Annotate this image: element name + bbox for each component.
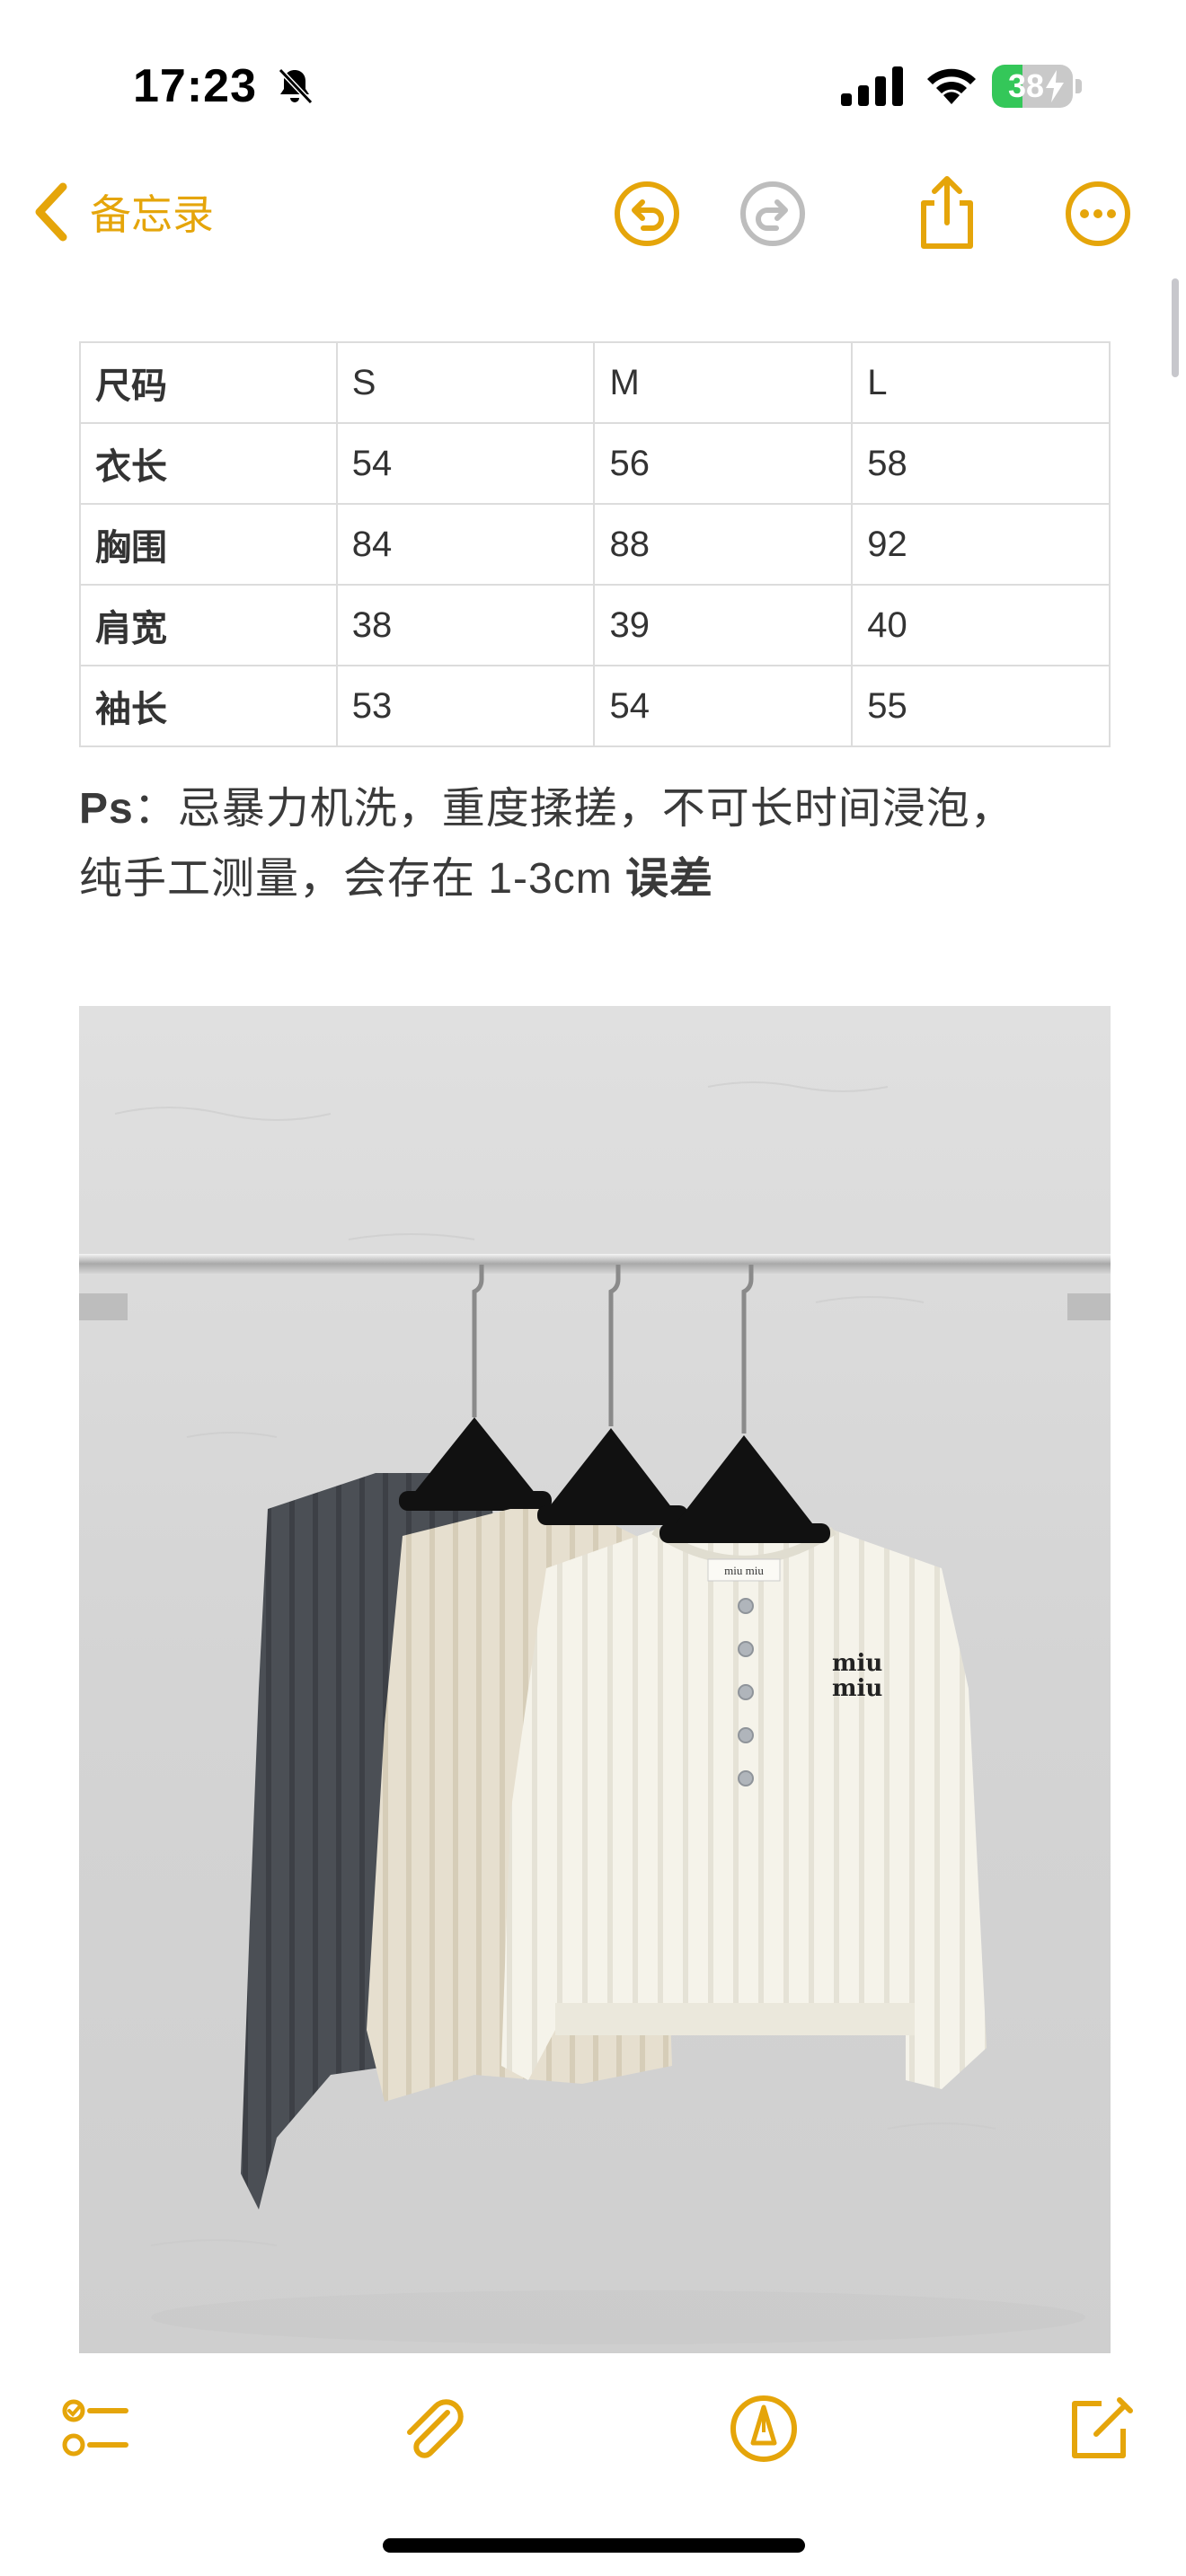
table-cell: M [593,341,854,424]
table-cell: 38 [335,584,596,666]
status-bar: 17:23 38 [0,0,1186,171]
compose-icon[interactable] [1064,2393,1136,2465]
undo-icon[interactable] [613,180,681,248]
table-cell: 58 [851,422,1111,505]
battery-charging-icon: 38 [992,65,1082,108]
attachment-icon[interactable] [397,2393,469,2465]
table-cell: 衣长 [79,422,338,505]
wifi-icon [927,68,976,104]
home-indicator[interactable] [383,2538,805,2553]
charging-bolt-icon [1046,70,1064,102]
table-row: 肩宽 38 39 40 [79,584,1111,666]
back-button[interactable]: 备忘录 [31,176,214,248]
table-cell: 尺码 [79,341,338,424]
bell-off-icon [278,67,314,105]
note-line-2: 纯手工测量，会存在 1-3cm 误差 [79,844,1121,914]
table-row: 胸围 84 88 92 [79,503,1111,586]
product-photo[interactable]: miu miu miu miu [79,1006,1111,2353]
table-row: 尺码 S M L [79,341,1111,424]
table-cell: 56 [593,422,854,505]
table-row: 袖长 53 54 55 [79,665,1111,747]
note-text[interactable]: Ps：忌暴力机洗，重度揉搓，不可长时间浸泡， 纯手工测量，会存在 1-3cm 误… [79,774,1121,914]
table-cell: 胸围 [79,503,338,586]
redo-icon[interactable] [739,180,807,248]
note-prefix: Ps [79,785,134,833]
table-cell: 肩宽 [79,584,338,666]
table-cell: 40 [851,584,1111,666]
table-cell: S [335,341,596,424]
note-line-1: Ps：忌暴力机洗，重度揉搓，不可长时间浸泡， [79,774,1121,844]
chevron-left-icon [35,182,67,242]
table-cell: 袖长 [79,665,338,747]
photo-logo-chest-1: miu [832,1650,882,1677]
more-icon[interactable] [1064,180,1132,248]
checklist-icon[interactable] [59,2393,131,2465]
note-line-1-rest: ：忌暴力机洗，重度揉搓，不可长时间浸泡， [133,785,1014,833]
cellular-signal-icon [841,66,903,106]
scroll-indicator[interactable] [1172,278,1179,377]
table-cell: 84 [335,503,596,586]
photo-logo-chest-2: miu [832,1675,882,1702]
table-cell: L [851,341,1111,424]
sweaters-on-rack-image: miu miu miu miu [79,1006,1111,2353]
share-icon[interactable] [913,174,981,251]
table-cell: 54 [593,665,854,747]
table-cell: 88 [593,503,854,586]
table-row: 衣长 54 56 58 [79,422,1111,505]
table-cell: 53 [335,665,596,747]
table-cell: 55 [851,665,1111,747]
back-button-label: 备忘录 [90,191,214,238]
markup-icon[interactable] [728,2393,800,2465]
photo-logo-label: miu miu [724,1564,764,1577]
table-cell: 92 [851,503,1111,586]
table-cell: 54 [335,422,596,505]
note-line-2-bold: 误差 [625,855,714,903]
size-table: 尺码 S M L 衣长 54 56 58 胸围 84 88 92 肩宽 38 3… [79,341,1111,747]
table-cell: 39 [593,584,854,666]
status-time: 17:23 [133,60,257,112]
note-line-2-main: 纯手工测量，会存在 1-3cm [79,855,626,903]
